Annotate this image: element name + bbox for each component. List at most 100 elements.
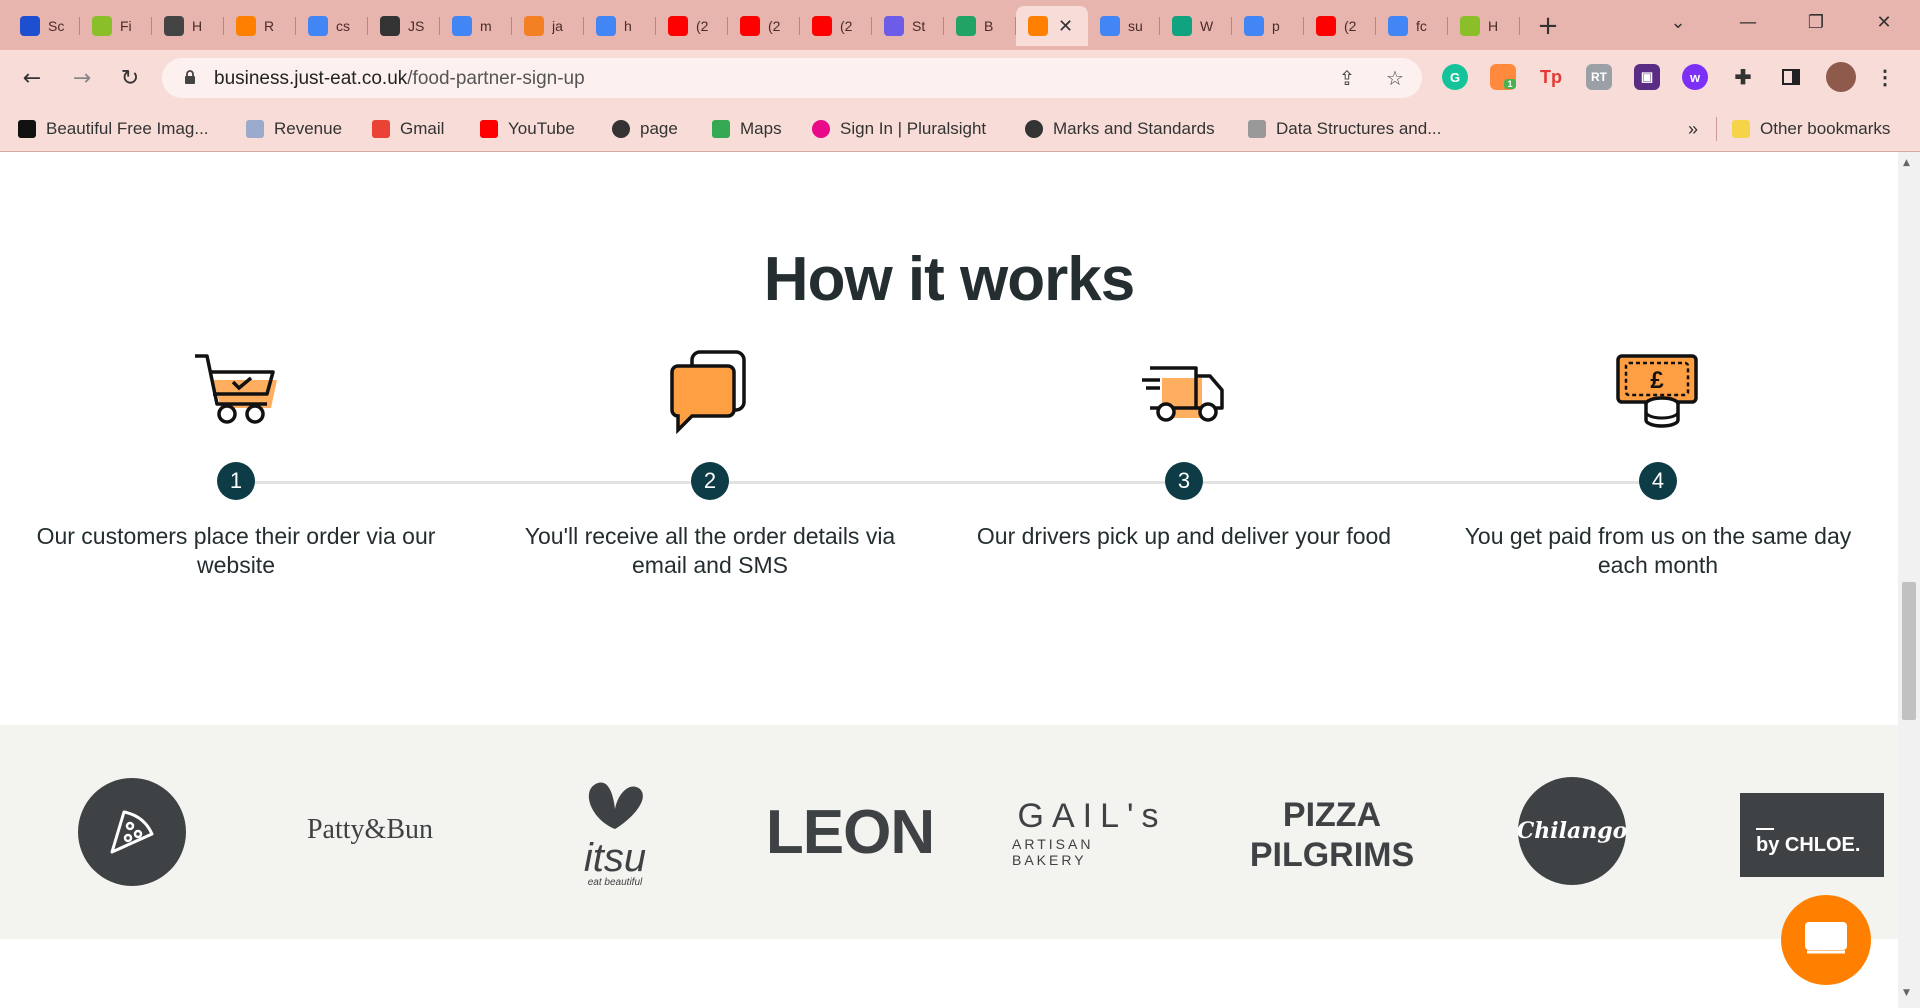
sidepanel-icon[interactable]: [1778, 64, 1804, 90]
virus-icon: [1460, 16, 1480, 36]
step-description-4: You get paid from us on the same day eac…: [1464, 523, 1852, 578]
tab[interactable]: JS: [368, 6, 440, 46]
bookmark-item[interactable]: Revenue: [246, 118, 342, 140]
reload-button[interactable]: ↻: [114, 62, 146, 94]
pizza-pilgrims-line2: PILGRIMS: [1249, 836, 1415, 874]
browser-toolbar: ← → ↻ business.just-eat.co.uk/food-partn…: [0, 50, 1920, 106]
bookmark-item[interactable]: YouTube: [480, 118, 575, 140]
new-tab-button[interactable]: +: [1532, 10, 1564, 42]
tp-icon[interactable]: Tp: [1538, 64, 1564, 90]
bookmark-item[interactable]: Marks and Standards: [1025, 118, 1215, 140]
tab[interactable]: ja: [512, 6, 584, 46]
tab[interactable]: R: [224, 6, 296, 46]
purple-ext-icon[interactable]: ▣: [1634, 64, 1660, 90]
bychloe-dash: [1756, 827, 1774, 830]
tab-search-icon[interactable]: ⌄: [1650, 0, 1706, 44]
restore-button[interactable]: ❐: [1788, 0, 1844, 44]
menu-dots-icon[interactable]: ⋮: [1872, 64, 1898, 90]
bookmark-star-icon[interactable]: ☆: [1384, 66, 1406, 90]
bookmark-item[interactable]: Beautiful Free Imag...: [18, 118, 209, 140]
scrollbar-thumb[interactable]: [1902, 582, 1916, 720]
itsu-logo: itsu eat beautiful: [545, 773, 685, 893]
tab[interactable]: H: [152, 6, 224, 46]
tab-title: St: [912, 18, 926, 34]
w-ext-icon[interactable]: w: [1682, 64, 1708, 90]
s-purple-icon: [884, 16, 904, 36]
forward-button[interactable]: →: [66, 62, 98, 94]
tab-strip: Sc Fi H Rcs JS m ja h (2 (2 (2 St B ✕ su Wp (2 fc H + ⌄ — …: [0, 0, 1920, 50]
youtube-icon: [1316, 16, 1336, 36]
tab[interactable]: p: [1232, 6, 1304, 46]
google-icon: [1388, 16, 1408, 36]
google-icon: [452, 16, 472, 36]
chat-widget-button[interactable]: [1781, 895, 1871, 985]
tab[interactable]: (2: [656, 6, 728, 46]
close-tab-icon[interactable]: ✕: [1058, 16, 1073, 37]
tab[interactable]: H: [1448, 6, 1520, 46]
leon-logo: LEON: [765, 797, 935, 867]
scroll-down-arrow[interactable]: ▼: [1903, 988, 1910, 998]
tab-title: cs: [336, 18, 350, 34]
tab[interactable]: cs: [296, 6, 368, 46]
back-button[interactable]: ←: [16, 62, 48, 94]
close-window-button[interactable]: ✕: [1856, 0, 1912, 44]
pizza-slice-icon: [110, 810, 154, 854]
tab[interactable]: fc: [1376, 6, 1448, 46]
tab[interactable]: W: [1160, 6, 1232, 46]
url-text: business.just-eat.co.uk/food-partner-sig…: [214, 68, 585, 89]
bookmark-item[interactable]: Maps: [712, 118, 782, 140]
rt-icon[interactable]: RT: [1586, 64, 1612, 90]
extension-badge-icon[interactable]: 1: [1490, 64, 1516, 90]
bookmark-label: Maps: [740, 119, 782, 138]
scroll-up-arrow[interactable]: ▲: [1903, 158, 1910, 168]
step-number-3: 3: [1165, 462, 1203, 500]
tab[interactable]: (2: [728, 6, 800, 46]
page-scrollbar[interactable]: ▲ ▼: [1898, 152, 1920, 1008]
tab-title: (2: [1344, 18, 1357, 34]
grammarly-icon[interactable]: G: [1442, 64, 1468, 90]
bookmark-item[interactable]: Data Structures and...: [1248, 118, 1441, 140]
tab-title: m: [480, 18, 492, 34]
timeline-line: [236, 481, 1658, 484]
step-description-2: You'll receive all the order details via…: [524, 523, 896, 578]
other-bookmarks[interactable]: Other bookmarks: [1732, 118, 1890, 140]
bookmark-item[interactable]: Sign In | Pluralsight: [812, 118, 986, 140]
youtube-icon: [480, 120, 498, 138]
svg-text:£: £: [1650, 367, 1664, 394]
tab[interactable]: Sc: [8, 6, 80, 46]
unsplash-icon: [18, 120, 36, 138]
address-bar[interactable]: business.just-eat.co.uk/food-partner-sig…: [162, 58, 1422, 98]
globe-icon: [1025, 120, 1043, 138]
tab[interactable]: (2: [1304, 6, 1376, 46]
tab-active[interactable]: ✕: [1016, 6, 1088, 46]
virus-icon: [92, 16, 112, 36]
step-number-2: 2: [691, 462, 729, 500]
share-icon[interactable]: ⇪: [1336, 66, 1358, 90]
tab-title: H: [1488, 18, 1499, 34]
bookmarks-overflow-button[interactable]: »: [1688, 118, 1698, 140]
openai-icon: [1172, 16, 1192, 36]
bookmark-label: page: [640, 119, 678, 138]
butterfly-icon: [588, 781, 643, 829]
tab[interactable]: (2: [800, 6, 872, 46]
other-bookmarks-label: Other bookmarks: [1760, 119, 1891, 138]
tab[interactable]: m: [440, 6, 512, 46]
tab[interactable]: Fi: [80, 6, 152, 46]
tab-title: JS: [408, 18, 425, 34]
delivery-van-icon: [1142, 366, 1224, 422]
partner-logos: Patty&Bun itsu eat beautiful LEON GAIL's…: [0, 725, 1898, 939]
itsu-wordmark: itsu: [583, 835, 647, 880]
bookmark-item[interactable]: page: [612, 118, 678, 140]
bookmark-item[interactable]: Gmail: [372, 118, 444, 140]
profile-avatar[interactable]: [1826, 62, 1856, 92]
gails-subtitle: ARTISAN BAKERY: [1012, 835, 1094, 868]
pluralsight-icon: [812, 120, 830, 138]
minimize-button[interactable]: —: [1720, 0, 1776, 44]
tab[interactable]: h: [584, 6, 656, 46]
tab[interactable]: B: [944, 6, 1016, 46]
tab[interactable]: St: [872, 6, 944, 46]
tab-title: H: [192, 18, 203, 34]
bookmark-label: Revenue: [274, 119, 343, 138]
puzzle-icon[interactable]: ✚: [1730, 64, 1756, 90]
tab[interactable]: su: [1088, 6, 1160, 46]
